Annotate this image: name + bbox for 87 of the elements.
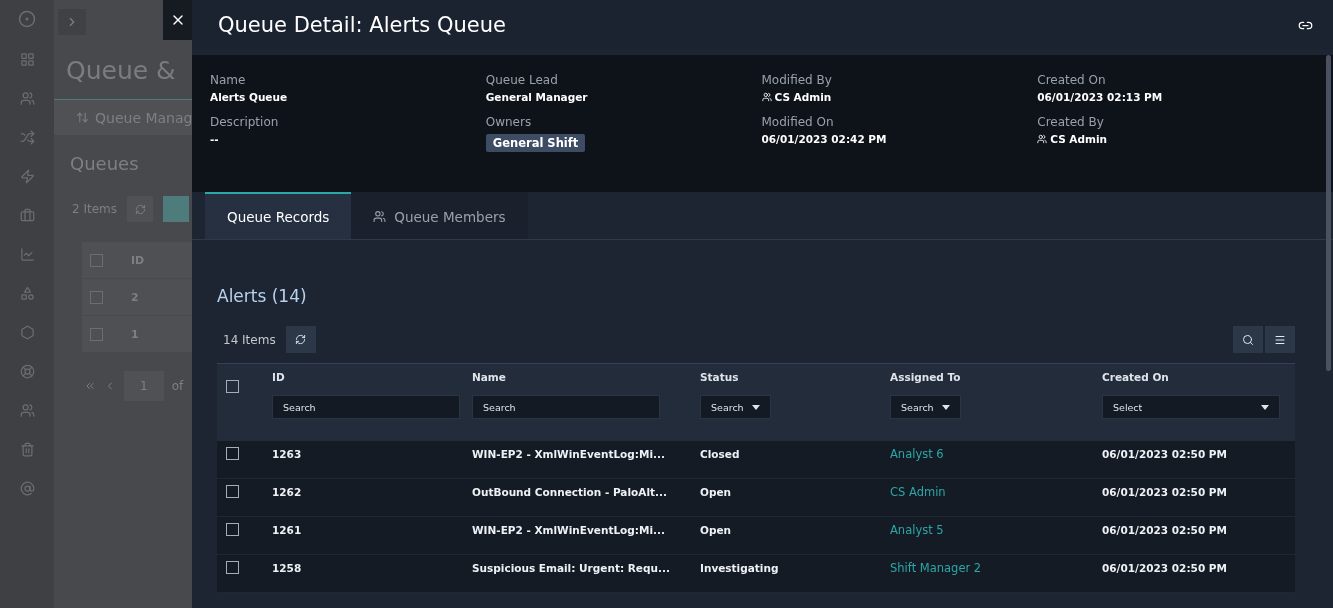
row-checkbox[interactable] — [226, 447, 239, 461]
date-dropdown[interactable]: Select — [1102, 395, 1280, 420]
user-icon — [761, 92, 772, 102]
tab[interactable]: Queue Members — [351, 192, 528, 239]
table-cell-text: 06/01/2023 02:50 PM — [1101, 560, 1228, 575]
checkbox[interactable] — [90, 290, 103, 304]
item-count: 14 Items — [223, 332, 276, 347]
row-checkbox[interactable] — [226, 561, 239, 575]
field-value: CS Admin — [774, 91, 832, 103]
table-cell-text: Closed — [699, 446, 741, 461]
column-header: Assigned To — [890, 371, 962, 384]
table-cell-text: Open — [699, 522, 733, 537]
chart-icon[interactable] — [19, 247, 35, 262]
field-label: Created By — [1037, 115, 1105, 129]
user-icon — [1037, 134, 1048, 144]
table-cell-text: 1263 — [271, 446, 303, 461]
field-value: 06/01/2023 02:42 PM — [761, 133, 887, 145]
menu-button[interactable] — [1265, 326, 1295, 353]
table-cell-text: 1258 — [271, 560, 303, 575]
field-label: Modified On — [761, 115, 835, 129]
table-cell-text: WIN-EP2 - XmlWinEventLog:Mi... — [471, 446, 667, 461]
table-cell-text: 06/01/2023 02:50 PM — [1101, 522, 1228, 537]
dashboard-icon[interactable] — [19, 52, 35, 67]
field-label: Queue Lead — [485, 73, 559, 87]
briefcase-icon[interactable] — [19, 208, 35, 223]
table-cell-text: 1262 — [271, 484, 303, 499]
search-button[interactable] — [1233, 326, 1263, 353]
table-cell-text: Open — [699, 484, 733, 499]
menu-icon — [1274, 333, 1286, 346]
refresh-icon — [134, 203, 146, 215]
drawer-title: Queue Detail: Alerts Queue — [218, 13, 506, 37]
column-header: Created On — [1102, 371, 1170, 384]
table-cell-text: 06/01/2023 02:50 PM — [1101, 446, 1228, 461]
field-label: Created On — [1037, 73, 1107, 87]
table-cell-text: 06/01/2023 02:50 PM — [1101, 484, 1228, 499]
lightning-icon[interactable] — [19, 169, 35, 184]
users-icon[interactable] — [19, 403, 35, 418]
filter-dropdown[interactable]: Search — [890, 395, 961, 420]
row-checkbox[interactable] — [226, 523, 239, 537]
logo-icon — [18, 10, 36, 28]
column-header: ID — [272, 371, 286, 384]
table-cell-text: 1261 — [271, 522, 303, 537]
search-field[interactable]: Search — [272, 395, 460, 420]
assignee-link[interactable]: Analyst 5 — [885, 522, 1097, 537]
users-icon[interactable] — [19, 91, 35, 106]
column-header: Status — [700, 371, 740, 384]
field-label: Owners — [485, 115, 533, 129]
column-header: Name — [472, 371, 507, 384]
shuffle-icon[interactable] — [19, 130, 35, 145]
field-value: -- — [210, 133, 219, 145]
shapes-icon[interactable] — [19, 286, 35, 301]
checkbox[interactable] — [90, 253, 103, 267]
tab[interactable]: Queue Records — [205, 192, 352, 239]
hexagon-icon[interactable] — [19, 325, 35, 340]
row-checkbox[interactable] — [226, 485, 239, 499]
search-field[interactable]: Search — [472, 395, 660, 420]
lifebuoy-icon[interactable] — [19, 364, 35, 379]
field-label: Name — [210, 73, 247, 87]
refresh-button[interactable] — [285, 326, 316, 353]
field-value: 06/01/2023 02:13 PM — [1037, 91, 1163, 103]
add-button[interactable] — [163, 196, 190, 222]
section-title: Alerts (14) — [217, 286, 308, 306]
field-value: CS Admin — [1050, 133, 1108, 145]
owner-tag: General Shift — [485, 134, 586, 152]
table-cell-text: OutBound Connection - PaloAlt... — [471, 484, 668, 499]
at-sign-icon[interactable] — [19, 481, 35, 496]
assignee-link[interactable]: Analyst 6 — [885, 446, 1097, 461]
assignee-link[interactable]: CS Admin — [885, 484, 1097, 499]
expand-button[interactable] — [58, 9, 86, 35]
sort-arrows-icon — [76, 111, 89, 124]
checkbox[interactable] — [90, 327, 103, 341]
trash-icon[interactable] — [19, 442, 35, 457]
close-button[interactable] — [163, 0, 192, 40]
field-value: Alerts Queue — [210, 91, 288, 103]
filter-dropdown[interactable]: Search — [700, 395, 771, 420]
assignee-link[interactable]: Shift Manager 2 — [885, 560, 1097, 575]
field-value: General Manager — [485, 91, 588, 103]
field-label: Description — [210, 115, 280, 129]
first-page-icon[interactable] — [84, 380, 96, 392]
search-icon — [1242, 333, 1254, 346]
field-label: Modified By — [761, 73, 833, 87]
users-icon — [373, 210, 387, 223]
table-cell-text: Suspicious Email: Urgent: Requ... — [471, 560, 671, 575]
table-cell-text: Investigating — [699, 560, 780, 575]
select-all-checkbox[interactable] — [226, 380, 239, 393]
table-cell-text: WIN-EP2 - XmlWinEventLog:Mi... — [471, 522, 667, 537]
refresh-icon — [295, 334, 307, 345]
